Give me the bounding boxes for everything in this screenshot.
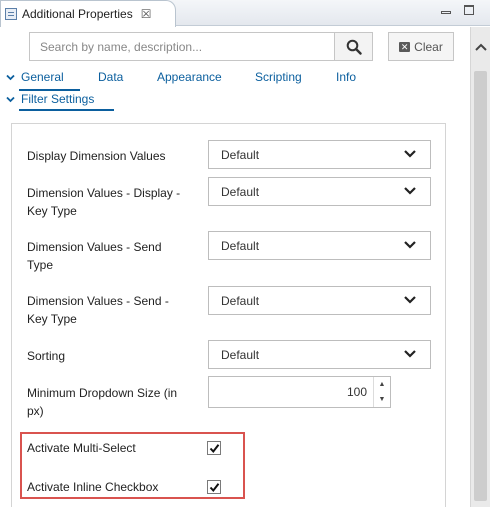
chevron-down-icon: [404, 296, 416, 304]
clear-x-icon: ✕: [399, 41, 411, 52]
chevron-down-icon: [404, 241, 416, 249]
clear-label: Clear: [414, 39, 443, 54]
tab-data[interactable]: Data: [98, 70, 123, 84]
spinner: ▲ ▼: [373, 377, 390, 407]
maximize-icon: [464, 5, 474, 15]
clear-button[interactable]: ✕ Clear: [388, 32, 454, 61]
minimum-dropdown-size-input[interactable]: [209, 377, 373, 407]
active-tab-indicator: [19, 89, 80, 91]
search-input[interactable]: [30, 33, 334, 60]
select-value: Default: [221, 293, 260, 308]
scroll-up-button[interactable]: [471, 27, 490, 67]
chevron-down-icon: [404, 187, 416, 195]
scroll-thumb[interactable]: [474, 71, 487, 501]
property-tabs: General Data Appearance Scripting Info: [0, 70, 470, 88]
activate-inline-checkbox-checkbox[interactable]: [207, 480, 221, 494]
dimension-values-send-key-type-select[interactable]: Default: [208, 286, 431, 315]
section-filter-settings[interactable]: Filter Settings: [6, 92, 94, 106]
chevron-up-icon: [474, 43, 487, 51]
chevron-down-icon: [6, 95, 15, 106]
chevron-down-icon: [6, 73, 15, 84]
checkmark-icon: [209, 483, 220, 493]
dimension-values-display-key-type-label: Dimension Values - Display - Key Type: [27, 186, 181, 218]
maximize-button[interactable]: [464, 5, 476, 17]
section-title: Filter Settings: [21, 92, 95, 106]
view-header: Additional Properties ☒: [0, 0, 490, 27]
minimum-dropdown-size-stepper: ▲ ▼: [208, 376, 391, 408]
vertical-scrollbar[interactable]: [470, 27, 490, 507]
tab-scripting[interactable]: Scripting: [255, 70, 302, 84]
additional-properties-window: Additional Properties ☒ ✕ Clear: [0, 0, 490, 507]
sorting-label: Sorting: [27, 349, 66, 363]
dimension-values-send-key-type-label: Dimension Values - Send - Key Type: [27, 294, 169, 326]
activate-multi-select-label: Activate Multi-Select: [27, 441, 136, 455]
select-value: Default: [221, 147, 260, 162]
tab-info[interactable]: Info: [336, 70, 356, 84]
display-dimension-values-label: Display Dimension Values: [27, 149, 166, 163]
view-tab[interactable]: Additional Properties ☒: [0, 0, 176, 27]
increment-button[interactable]: ▲: [374, 377, 390, 392]
dimension-values-display-key-type-select[interactable]: Default: [208, 177, 431, 206]
select-value: Default: [221, 347, 260, 362]
search-box: [29, 32, 373, 61]
decrement-button[interactable]: ▼: [374, 392, 390, 407]
search-icon: [346, 39, 362, 55]
activate-multi-select-checkbox[interactable]: [207, 441, 221, 455]
search-button[interactable]: [334, 33, 372, 60]
select-value: Default: [221, 238, 260, 253]
minimum-dropdown-size-label: Minimum Dropdown Size (in px): [27, 386, 178, 418]
activate-inline-checkbox-label: Activate Inline Checkbox: [27, 480, 159, 494]
chevron-down-icon: [404, 150, 416, 158]
select-value: Default: [221, 184, 260, 199]
tab-general[interactable]: General: [6, 70, 64, 84]
minimize-icon: [441, 11, 451, 14]
dimension-values-send-type-label: Dimension Values - Send Type: [27, 240, 162, 272]
tab-appearance[interactable]: Appearance: [157, 70, 222, 84]
tab-general-label: General: [21, 70, 64, 84]
display-dimension-values-select[interactable]: Default: [208, 140, 431, 169]
view-title: Additional Properties: [22, 7, 133, 21]
sorting-select[interactable]: Default: [208, 340, 431, 369]
checkmark-icon: [209, 444, 220, 454]
properties-view-icon: [5, 8, 17, 20]
close-icon[interactable]: ☒: [141, 7, 152, 21]
section-underline: [19, 109, 114, 111]
chevron-down-icon: [404, 350, 416, 358]
minimize-button[interactable]: [441, 5, 453, 17]
dimension-values-send-type-select[interactable]: Default: [208, 231, 431, 260]
